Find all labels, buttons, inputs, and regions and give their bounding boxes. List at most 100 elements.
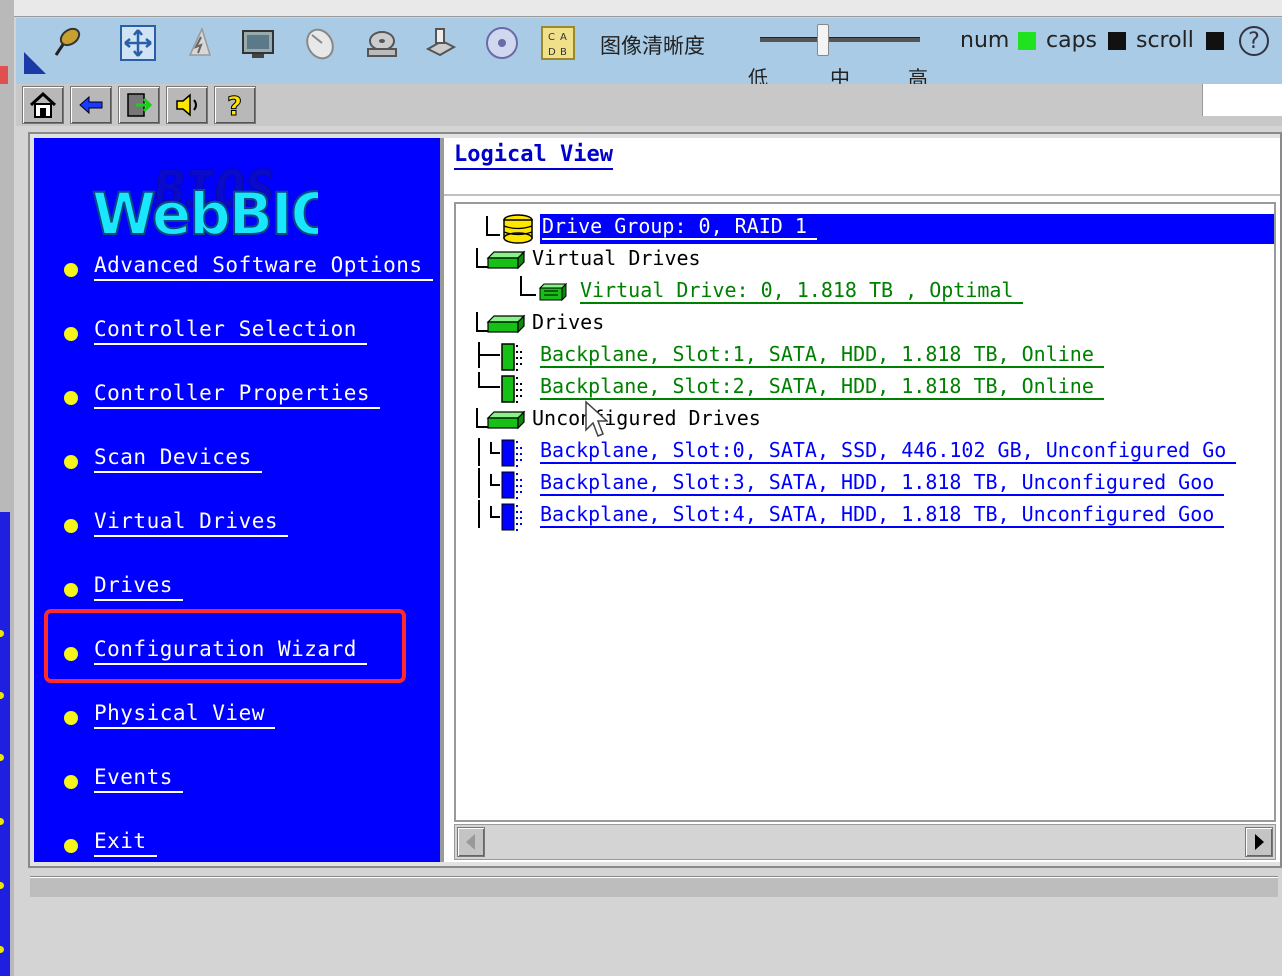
edge-dot	[0, 692, 4, 699]
tree-row-drive-slot-2[interactable]: Backplane, Slot:2, SATA, HDD, 1.818 TB, …	[456, 372, 1274, 403]
tree-row-label: Virtual Drives	[532, 246, 701, 270]
edge-dot	[0, 946, 4, 953]
tree-row-label: Backplane, Slot:1, SATA, HDD, 1.818 TB, …	[540, 342, 1104, 368]
cdab-icon: C AD B	[541, 26, 575, 60]
cd-icon	[486, 27, 518, 59]
kvm-help-button[interactable]: ?	[1239, 26, 1269, 56]
nav-drives[interactable]: Drives	[64, 570, 183, 604]
kvm-toolbar: CADB 图像清晰度 低 中 高 num caps scroll ?	[16, 18, 1282, 90]
num-lock-label: num	[960, 28, 1010, 53]
exit-door-button[interactable]	[118, 86, 160, 124]
tree-row-label: Backplane, Slot:0, SATA, SSD, 446.102 GB…	[540, 438, 1237, 464]
num-lock-indicator	[1018, 32, 1036, 50]
tree-row-drive-slot-3[interactable]: Backplane, Slot:3, SATA, HDD, 1.818 TB, …	[456, 468, 1274, 499]
nav-item-label: Advanced Software Options	[94, 253, 433, 281]
scroll-right-button[interactable]	[1245, 827, 1273, 857]
tree-row-virtual-drives-section[interactable]: Virtual Drives	[456, 244, 1274, 274]
tree-line	[478, 386, 500, 388]
floppy-drive-icon	[425, 28, 457, 57]
edge-dot	[0, 630, 4, 637]
tree-row-unconfigured-section[interactable]: Unconfigured Drives	[456, 404, 1274, 434]
tree-line	[478, 438, 480, 466]
monitor-icon	[242, 30, 274, 58]
nav-virtual-drives[interactable]: Virtual Drives	[64, 506, 289, 540]
edge-dot	[0, 818, 4, 825]
unconfigured-drive-icon	[501, 503, 522, 531]
tree-row-drive-group[interactable]: Drive Group: 0, RAID 1	[456, 212, 1274, 244]
unconfigured-drive-icon	[501, 439, 522, 467]
pin-tool-button[interactable]	[46, 22, 86, 64]
nav-item-label: Controller Properties	[94, 381, 381, 409]
nav-controller-selection[interactable]: Controller Selection	[64, 314, 367, 348]
nav-bullet-icon	[64, 583, 78, 597]
tree-line	[476, 312, 478, 332]
svg-text:D: D	[548, 47, 556, 58]
tree-row-drive-slot-1[interactable]: Backplane, Slot:1, SATA, HDD, 1.818 TB, …	[456, 340, 1274, 371]
cdab-tool-button[interactable]: CADB	[538, 22, 578, 64]
logical-view-title[interactable]: Logical View	[454, 142, 613, 170]
nav-item-label: Scan Devices	[94, 445, 262, 473]
tree-row-label: Backplane, Slot:3, SATA, HDD, 1.818 TB, …	[540, 470, 1225, 496]
unconfigured-drive-icon	[501, 471, 522, 499]
tree-row-drive-slot-4[interactable]: Backplane, Slot:4, SATA, HDD, 1.818 TB, …	[456, 500, 1274, 531]
nav-physical-view[interactable]: Physical View	[64, 698, 275, 732]
image-clarity-label: 图像清晰度	[600, 34, 705, 58]
green-drive-icon	[486, 250, 526, 270]
tree-row-drives-section[interactable]: Drives	[456, 308, 1274, 338]
nav-advanced-software-options[interactable]: Advanced Software Options	[64, 250, 433, 284]
tree-line	[520, 294, 536, 296]
mouse-icon	[306, 28, 334, 60]
nav-exit[interactable]: Exit	[64, 826, 157, 860]
nav-events[interactable]: Events	[64, 762, 183, 796]
horizontal-scrollbar[interactable]	[454, 824, 1276, 860]
arrow-left-icon	[466, 834, 475, 850]
tree-row-label: Drive Group: 0, RAID 1	[542, 214, 817, 240]
caps-lock-indicator	[1108, 32, 1126, 50]
tree-line	[490, 442, 492, 452]
window-title-strip	[14, 0, 1282, 17]
floppy-tool-button[interactable]	[420, 22, 460, 64]
disk-tool-button[interactable]	[362, 22, 402, 64]
nav-bullet-icon	[64, 775, 78, 789]
nav-bullet-icon	[64, 711, 78, 725]
mouse-tool-button[interactable]	[300, 22, 340, 64]
lightning-icon	[188, 26, 212, 56]
wizard-tool-button[interactable]	[180, 22, 220, 64]
nav-controller-properties[interactable]: Controller Properties	[64, 378, 381, 412]
home-button[interactable]	[22, 86, 64, 124]
scroll-lock-indicator	[1206, 32, 1224, 50]
nav-scan-devices[interactable]: Scan Devices	[64, 442, 262, 476]
screen-tool-button[interactable]	[238, 22, 278, 64]
tree-line	[476, 408, 478, 428]
alarm-button[interactable]	[166, 86, 208, 124]
bottom-area	[16, 900, 1282, 976]
help-button[interactable]: ?	[214, 86, 256, 124]
tree-row-label: Backplane, Slot:2, SATA, HDD, 1.818 TB, …	[540, 374, 1104, 400]
green-drive-icon	[486, 314, 526, 334]
green-drive-icon	[486, 410, 526, 430]
back-button[interactable]	[70, 86, 112, 124]
tree-row-virtual-drive-0[interactable]: Virtual Drive: 0, 1.818 TB , Optimal	[456, 276, 1274, 306]
tree-row-drive-slot-0[interactable]: Backplane, Slot:0, SATA, SSD, 446.102 GB…	[456, 436, 1274, 467]
online-hdd-icon	[501, 375, 522, 403]
caps-lock-label: caps	[1046, 28, 1098, 53]
drive-group-icon	[503, 214, 533, 244]
tree-line	[490, 516, 500, 518]
move-tool-button[interactable]	[118, 22, 158, 64]
svg-text:C: C	[548, 32, 555, 43]
nav-item-label: Controller Selection	[94, 317, 367, 345]
tree-line	[490, 484, 500, 486]
question-mark-icon: ?	[227, 92, 243, 121]
scroll-left-button[interactable]	[457, 827, 485, 857]
clarity-slider-track[interactable]	[760, 37, 920, 42]
status-bar	[30, 876, 1278, 897]
speaker-icon	[176, 93, 197, 117]
left-navigation-panel: BIOS WebBIOS Advanced Software Options C…	[34, 138, 440, 862]
tree-line	[490, 506, 492, 516]
clarity-slider-thumb[interactable]	[817, 24, 829, 56]
webbios-toolbar: ?	[16, 84, 1282, 126]
arrow-right-icon	[1255, 834, 1264, 850]
outer-window-blue-strip	[0, 512, 10, 976]
cd-tool-button[interactable]	[482, 22, 522, 64]
mouse-cursor-icon	[585, 400, 608, 437]
